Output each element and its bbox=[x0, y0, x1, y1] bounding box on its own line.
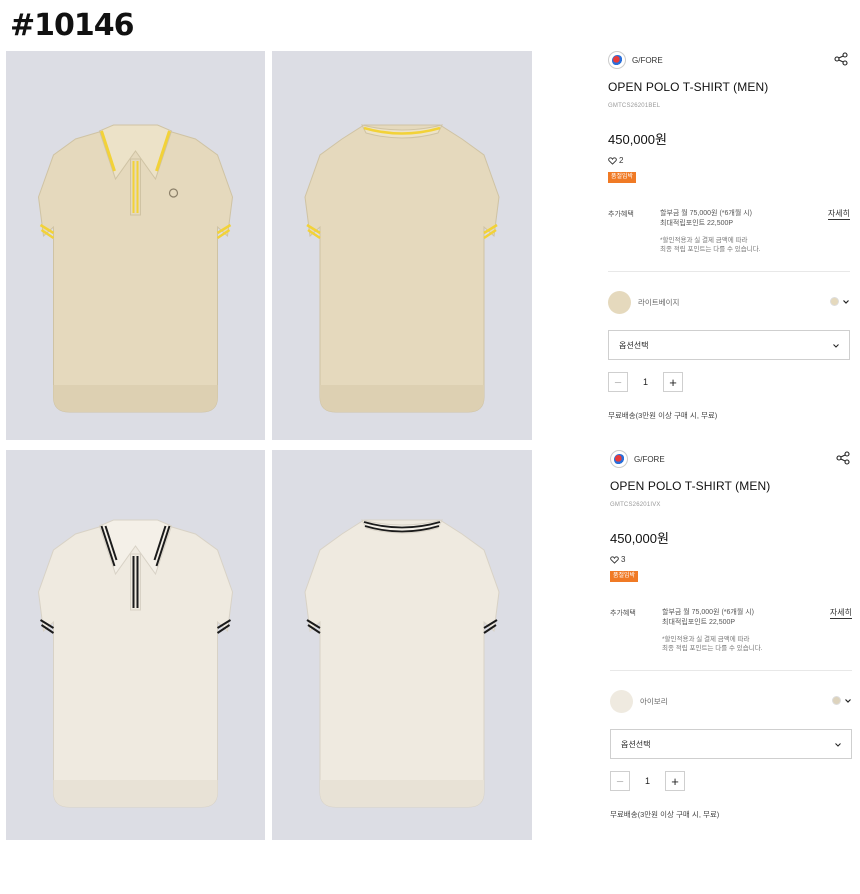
brand-name[interactable]: G/FORE bbox=[634, 455, 665, 464]
heart-icon bbox=[608, 156, 617, 165]
divider bbox=[608, 271, 850, 272]
benefit-section: 추가혜택 할부금 월 75,000원 (*6개월 시) 최대적립포인트 22,5… bbox=[610, 608, 852, 658]
color-name: 아이보리 bbox=[640, 696, 668, 706]
option-select-label: 옵션선택 bbox=[619, 340, 649, 350]
color-name: 라이트베이지 bbox=[638, 297, 680, 307]
shipping-info: 무료배송(3만원 이상 구매 시, 무료) bbox=[610, 810, 720, 819]
product-title: OPEN POLO T-SHIRT (MEN) bbox=[608, 80, 769, 94]
quantity-decrease-button[interactable]: − bbox=[608, 372, 628, 392]
detail-link[interactable]: 자세히 bbox=[827, 209, 850, 220]
product-code: GMTCS26201IVX bbox=[610, 502, 661, 508]
polo-shirt-back-icon bbox=[304, 124, 500, 413]
detail-link[interactable]: 자세히 bbox=[829, 608, 852, 619]
like-count-value: 2 bbox=[619, 156, 624, 165]
quantity-increase-button[interactable]: + bbox=[665, 771, 685, 791]
ivory-polo-front-photo[interactable] bbox=[6, 450, 265, 840]
brand-name[interactable]: G/FORE bbox=[632, 56, 663, 65]
option-select[interactable]: 옵션선택 bbox=[610, 729, 852, 759]
color-swatch-small[interactable] bbox=[830, 297, 839, 306]
beige-polo-back-photo[interactable] bbox=[272, 51, 532, 440]
brand-row: G/FORE bbox=[608, 50, 850, 70]
polo-shirt-front-icon bbox=[37, 519, 234, 808]
quantity-stepper: − 1 + bbox=[608, 372, 850, 392]
product-info-1: G/FORE OPEN POLO T-SHIRT (MEN) GMTCS2620… bbox=[608, 50, 850, 421]
product-title: OPEN POLO T-SHIRT (MEN) bbox=[610, 479, 771, 493]
product-price: 450,000원 bbox=[608, 132, 667, 147]
heart-icon bbox=[610, 555, 619, 564]
color-row[interactable]: 라이트베이지 bbox=[608, 290, 850, 314]
product-price: 450,000원 bbox=[610, 531, 669, 546]
like-count-value: 3 bbox=[621, 555, 626, 564]
benefit-note-line1: *할인적용과 실 결제 금액에 따라 bbox=[660, 237, 748, 244]
quantity-value[interactable]: 1 bbox=[628, 377, 663, 387]
color-swatch-small[interactable] bbox=[832, 696, 841, 705]
quantity-value[interactable]: 1 bbox=[630, 776, 665, 786]
status-badge: 품절임박 bbox=[610, 571, 639, 582]
benefit-label: 추가혜택 bbox=[610, 610, 636, 617]
ivory-polo-back-photo[interactable] bbox=[272, 450, 532, 840]
quantity-stepper: − 1 + bbox=[610, 771, 852, 791]
color-swatch-large bbox=[610, 689, 633, 713]
quantity-increase-button[interactable]: + bbox=[663, 372, 683, 392]
brand-row: G/FORE bbox=[610, 449, 852, 469]
polo-shirt-front-icon bbox=[37, 124, 234, 413]
like-count[interactable]: 3 bbox=[610, 555, 852, 564]
share-icon[interactable] bbox=[834, 52, 848, 66]
divider bbox=[610, 670, 852, 671]
beige-polo-front-photo[interactable] bbox=[6, 51, 265, 440]
quantity-decrease-button[interactable]: − bbox=[610, 771, 630, 791]
benefit-note-line2: 최종 적립 포인트는 다를 수 있습니다. bbox=[662, 645, 763, 652]
points-text: 최대적립포인트 22,500P bbox=[660, 220, 734, 227]
chevron-down-icon[interactable] bbox=[844, 697, 852, 705]
option-select-label: 옵션선택 bbox=[621, 739, 651, 749]
brand-logo-icon[interactable] bbox=[608, 51, 626, 69]
shipping-info: 무료배송(3만원 이상 구매 시, 무료) bbox=[608, 411, 718, 420]
product-page: #10146 G/FORE OPEN POLO T-SHIRT (MEN) GM… bbox=[0, 0, 860, 894]
benefit-label: 추가혜택 bbox=[608, 211, 634, 218]
benefit-section: 추가혜택 할부금 월 75,000원 (*6개월 시) 최대적립포인트 22,5… bbox=[608, 209, 850, 259]
chevron-down-icon bbox=[833, 344, 839, 348]
benefit-note-line2: 최종 적립 포인트는 다를 수 있습니다. bbox=[660, 246, 761, 253]
polo-shirt-back-icon bbox=[304, 519, 500, 808]
installment-text: 할부금 월 75,000원 (*6개월 시) bbox=[660, 210, 752, 217]
chevron-down-icon bbox=[835, 743, 841, 747]
page-id-label: #10146 bbox=[10, 8, 135, 43]
like-count[interactable]: 2 bbox=[608, 156, 850, 165]
benefit-note-line1: *할인적용과 실 결제 금액에 따라 bbox=[662, 636, 750, 643]
points-text: 최대적립포인트 22,500P bbox=[662, 619, 736, 626]
color-swatch-large bbox=[608, 290, 631, 314]
chevron-down-icon[interactable] bbox=[842, 298, 850, 306]
share-icon[interactable] bbox=[836, 451, 850, 465]
status-badge: 품절임박 bbox=[608, 172, 637, 183]
product-code: GMTCS26201BEL bbox=[608, 103, 661, 109]
brand-logo-icon[interactable] bbox=[610, 450, 628, 468]
product-info-2: G/FORE OPEN POLO T-SHIRT (MEN) GMTCS2620… bbox=[610, 449, 852, 820]
installment-text: 할부금 월 75,000원 (*6개월 시) bbox=[662, 609, 754, 616]
color-row[interactable]: 아이보리 bbox=[610, 689, 852, 713]
option-select[interactable]: 옵션선택 bbox=[608, 330, 850, 360]
